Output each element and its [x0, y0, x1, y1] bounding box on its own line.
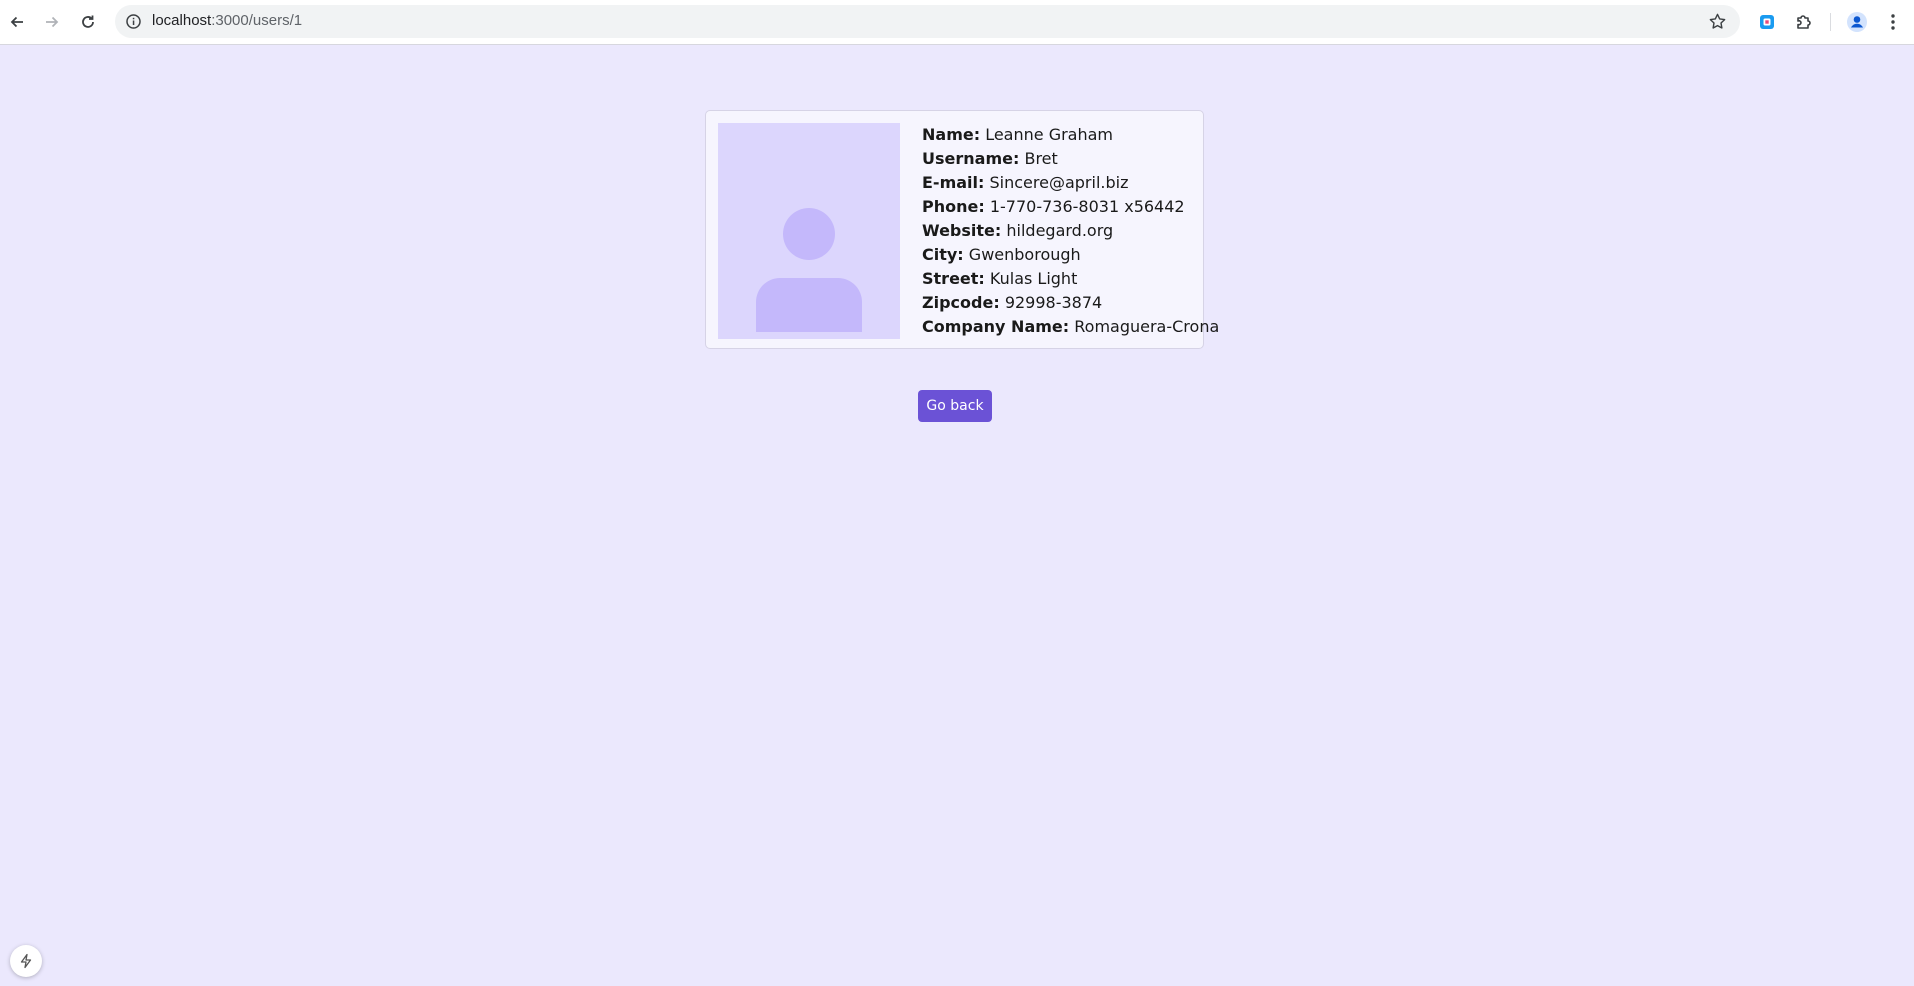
field-label: Website: [922, 221, 1002, 240]
field-label: Phone: [922, 197, 985, 216]
field-label: E-mail: [922, 173, 985, 192]
field-value: Sincere@april.biz [989, 173, 1129, 192]
user-card: Name: Leanne Graham Username: Bret E-mai… [705, 110, 1219, 349]
user-username-row: Username: Bret [922, 147, 1219, 171]
dev-tools-bolt-icon[interactable] [10, 945, 42, 977]
url-path: :3000/users/1 [211, 12, 303, 29]
address-bar[interactable]: localhost:3000/users/1 [115, 5, 1740, 38]
extension-icon[interactable] [1755, 10, 1779, 34]
profile-icon[interactable] [1845, 10, 1869, 34]
field-value: Gwenborough [968, 245, 1081, 264]
avatar-placeholder-icon [718, 123, 900, 339]
user-name-row: Name: Leanne Graham [922, 123, 1219, 147]
back-icon[interactable] [6, 8, 28, 36]
avatar-body [756, 278, 862, 332]
menu-icon[interactable] [1881, 10, 1905, 34]
forward-icon[interactable] [41, 8, 63, 36]
browser-toolbar: localhost:3000/users/1 [0, 0, 1914, 45]
user-phone-row: Phone: 1-770-736-8031 x56442 [922, 195, 1219, 219]
user-street-row: Street: Kulas Light [922, 267, 1219, 291]
field-value: Leanne Graham [985, 125, 1114, 144]
field-value: Bret [1024, 149, 1058, 168]
field-value: Kulas Light [989, 269, 1078, 288]
field-label: City: [922, 245, 964, 264]
field-value: hildegard.org [1006, 221, 1114, 240]
user-city-row: City: Gwenborough [922, 243, 1219, 267]
puzzle-icon[interactable] [1792, 10, 1816, 34]
user-website-row: Website: hildegard.org [922, 219, 1219, 243]
field-label: Username: [922, 149, 1020, 168]
url-host: localhost [152, 12, 212, 29]
toolbar-divider [1830, 13, 1831, 31]
field-label: Zipcode: [922, 293, 1000, 312]
field-value: 1-770-736-8031 x56442 [989, 197, 1185, 216]
avatar-head [783, 208, 835, 260]
field-label: Street: [922, 269, 985, 288]
field-value: 92998-3874 [1004, 293, 1103, 312]
url-text: localhost:3000/users/1 [152, 12, 302, 29]
field-value: Romaguera-Crona [1074, 317, 1220, 336]
user-details: Name: Leanne Graham Username: Bret E-mai… [922, 123, 1219, 339]
user-email-row: E-mail: Sincere@april.biz [922, 171, 1219, 195]
field-label: Company Name: [922, 317, 1070, 336]
site-info-icon[interactable] [125, 13, 142, 30]
bookmark-star-icon[interactable] [1708, 12, 1727, 31]
user-company-row: Company Name: Romaguera-Crona [922, 315, 1219, 339]
user-zipcode-row: Zipcode: 92998-3874 [922, 291, 1219, 315]
field-label: Name: [922, 125, 981, 144]
go-back-button[interactable]: Go back [918, 390, 992, 422]
reload-icon[interactable] [77, 8, 99, 36]
